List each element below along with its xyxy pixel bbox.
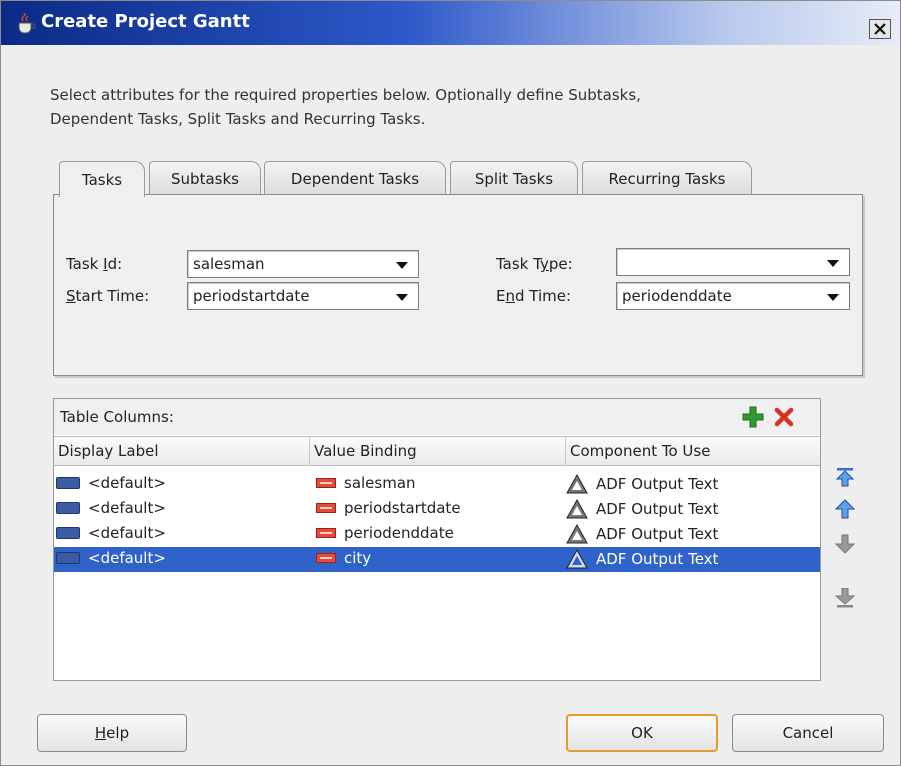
cancel-button[interactable]: Cancel xyxy=(732,714,884,752)
task-type-label: Task Type: xyxy=(496,255,573,273)
adf-component-icon xyxy=(566,499,588,519)
tab-label: Dependent Tasks xyxy=(290,169,420,188)
close-icon xyxy=(874,23,886,35)
component-cell: ADF Output Text xyxy=(566,474,718,494)
task-id-label: Task Id: xyxy=(66,255,123,273)
display-label-cell: <default> xyxy=(56,549,166,567)
attribute-icon xyxy=(316,553,336,563)
x-icon[interactable] xyxy=(774,407,794,427)
java-cup-icon xyxy=(18,13,36,34)
column-header-value-binding[interactable]: Value Binding xyxy=(310,437,566,466)
value-binding-cell: periodenddate xyxy=(316,524,454,542)
table-header: Display Label Value Binding Component To… xyxy=(54,436,820,466)
tab-label: Split Tasks xyxy=(474,169,554,188)
value-binding-cell: salesman xyxy=(316,474,416,492)
tab-dependent-tasks[interactable]: Dependent Tasks xyxy=(264,161,446,195)
end-time-value: periodenddate xyxy=(622,287,732,305)
xml-node-icon xyxy=(56,502,80,514)
tab-label: Tasks xyxy=(81,170,123,189)
attribute-icon xyxy=(316,503,336,513)
table-columns-toolbar: Table Columns: xyxy=(54,399,820,435)
table-row[interactable]: <default> periodenddate ADF Output Text xyxy=(54,522,820,547)
chevron-down-icon xyxy=(827,294,839,301)
instructions-text: Select attributes for the required prope… xyxy=(50,83,830,131)
ok-button[interactable]: OK xyxy=(566,714,718,752)
attribute-icon xyxy=(316,478,336,488)
close-button[interactable] xyxy=(869,19,891,39)
create-project-gantt-dialog: Create Project Gantt Select attributes f… xyxy=(0,0,901,766)
chevron-down-icon xyxy=(396,294,408,301)
table-row[interactable]: <default> periodstartdate ADF Output Tex… xyxy=(54,497,820,522)
cancel-button-label: Cancel xyxy=(782,724,834,742)
xml-node-icon xyxy=(56,552,80,564)
tab-tasks[interactable]: Tasks xyxy=(59,161,145,197)
table-columns-title: Table Columns: xyxy=(60,408,174,426)
column-header-component[interactable]: Component To Use xyxy=(566,437,820,466)
chevron-down-icon xyxy=(827,260,839,267)
end-time-label: End Time: xyxy=(496,287,572,305)
move-up-icon[interactable] xyxy=(835,499,855,519)
start-time-select[interactable]: periodstartdate xyxy=(187,282,419,310)
tab-recurring-tasks[interactable]: Recurring Tasks xyxy=(582,161,752,195)
task-id-value: salesman xyxy=(193,255,265,273)
tasks-tab-panel: Task Id: salesman Start Time: periodstar… xyxy=(53,194,863,376)
start-time-label: Start Time: xyxy=(66,287,150,305)
tab-label: Recurring Tasks xyxy=(608,169,726,188)
help-button-label: Help xyxy=(94,724,130,742)
move-down-icon[interactable] xyxy=(835,534,855,554)
tab-subtasks[interactable]: Subtasks xyxy=(149,161,261,195)
ok-button-label: OK xyxy=(631,724,653,742)
start-time-value: periodstartdate xyxy=(193,287,310,305)
move-top-icon[interactable] xyxy=(835,467,855,487)
component-cell: ADF Output Text xyxy=(566,524,718,544)
value-binding-cell: city xyxy=(316,549,371,567)
help-button[interactable]: Help xyxy=(37,714,187,752)
plus-icon[interactable] xyxy=(742,406,764,428)
table-row-selected[interactable]: <default> city ADF Output Text xyxy=(54,547,820,572)
adf-component-icon xyxy=(566,524,588,544)
chevron-down-icon xyxy=(396,262,408,269)
end-time-select[interactable]: periodenddate xyxy=(616,282,850,310)
task-type-select[interactable] xyxy=(616,248,850,276)
task-id-select[interactable]: salesman xyxy=(187,250,419,278)
xml-node-icon xyxy=(56,477,80,489)
table-row[interactable]: <default> salesman ADF Output Text xyxy=(54,472,820,497)
dialog-title: Create Project Gantt xyxy=(41,11,250,32)
adf-component-icon xyxy=(566,549,588,569)
table-columns-panel: Table Columns: Display Label Value Bindi… xyxy=(53,398,821,681)
instructions-line-2: Dependent Tasks, Split Tasks and Recurri… xyxy=(50,110,426,128)
display-label-cell: <default> xyxy=(56,499,166,517)
instructions-line-1: Select attributes for the required prope… xyxy=(50,86,641,104)
xml-node-icon xyxy=(56,527,80,539)
tab-split-tasks[interactable]: Split Tasks xyxy=(450,161,578,195)
move-bottom-icon[interactable] xyxy=(835,588,855,608)
tab-label: Subtasks xyxy=(171,169,239,188)
component-cell: ADF Output Text xyxy=(566,499,718,519)
value-binding-cell: periodstartdate xyxy=(316,499,461,517)
display-label-cell: <default> xyxy=(56,524,166,542)
display-label-cell: <default> xyxy=(56,474,166,492)
component-cell: ADF Output Text xyxy=(566,549,718,569)
title-bar[interactable]: Create Project Gantt xyxy=(1,1,900,45)
attribute-icon xyxy=(316,528,336,538)
column-header-display-label[interactable]: Display Label xyxy=(54,437,310,466)
adf-component-icon xyxy=(566,474,588,494)
